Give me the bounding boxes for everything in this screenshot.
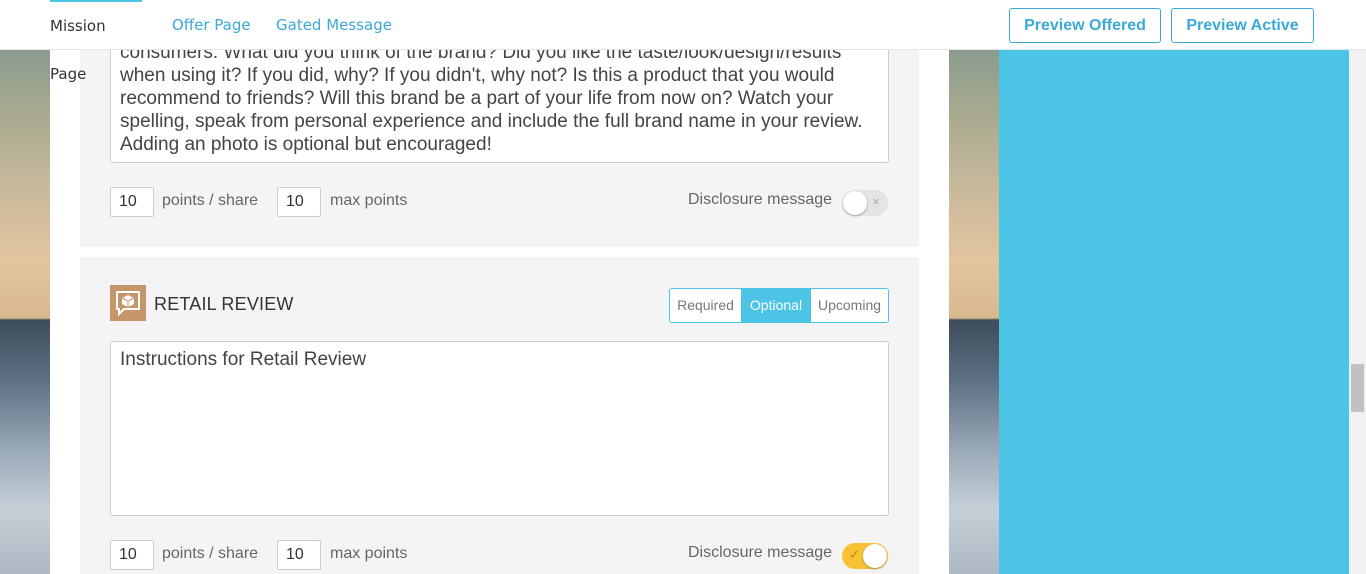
background-image-right [949,50,999,574]
points-per-share-input[interactable]: 10 [110,540,154,570]
scrollbar-thumb[interactable] [1351,364,1364,412]
review-task-card: consumers. What did you think of the bra… [80,0,919,247]
retail-review-card: RETAIL REVIEW Required Optional Upcoming… [80,257,919,574]
max-points-label: max points [330,545,408,562]
toggle-knob [863,544,887,568]
requirement-segmented-control: Required Optional Upcoming [669,288,889,323]
top-nav-bar: Mission Page Offer Page Gated Message Pr… [0,0,1366,83]
points-per-share-label: points / share [162,192,259,209]
preview-panel [999,50,1349,574]
disclosure-toggle[interactable]: ✓ [842,543,888,569]
optional-option[interactable]: Optional [741,289,810,322]
disclosure-toggle[interactable]: × [842,190,888,216]
close-icon: × [872,194,880,209]
preview-offered-button[interactable]: Preview Offered [1009,8,1161,43]
review-instructions-text: consumers. What did you think of the bra… [120,42,863,155]
points-per-share-label: points / share [162,545,259,562]
upcoming-option[interactable]: Upcoming [810,289,888,322]
retail-review-icon [110,285,146,321]
max-points-input[interactable]: 10 [277,540,321,570]
scrollbar[interactable] [1349,50,1366,574]
max-points-label: max points [330,192,408,209]
checkmark-icon: ✓ [849,547,860,562]
background-image-left [0,50,50,574]
disclosure-message-label: Disclosure message [688,191,833,208]
disclosure-message-label: Disclosure message [688,544,833,561]
tab-offer-page[interactable]: Offer Page [172,0,251,50]
required-option[interactable]: Required [670,289,741,322]
tab-mission-page[interactable]: Mission Page [50,0,142,83]
tab-gated-message[interactable]: Gated Message [276,0,392,50]
retail-instructions-text: Instructions for Retail Review [120,349,367,370]
toggle-knob [843,191,867,215]
max-points-input[interactable]: 10 [277,187,321,217]
retail-instructions-textarea[interactable]: Instructions for Retail Review [110,341,889,516]
points-per-share-input[interactable]: 10 [110,187,154,217]
section-title: RETAIL REVIEW [154,294,294,314]
preview-active-button[interactable]: Preview Active [1171,8,1314,43]
